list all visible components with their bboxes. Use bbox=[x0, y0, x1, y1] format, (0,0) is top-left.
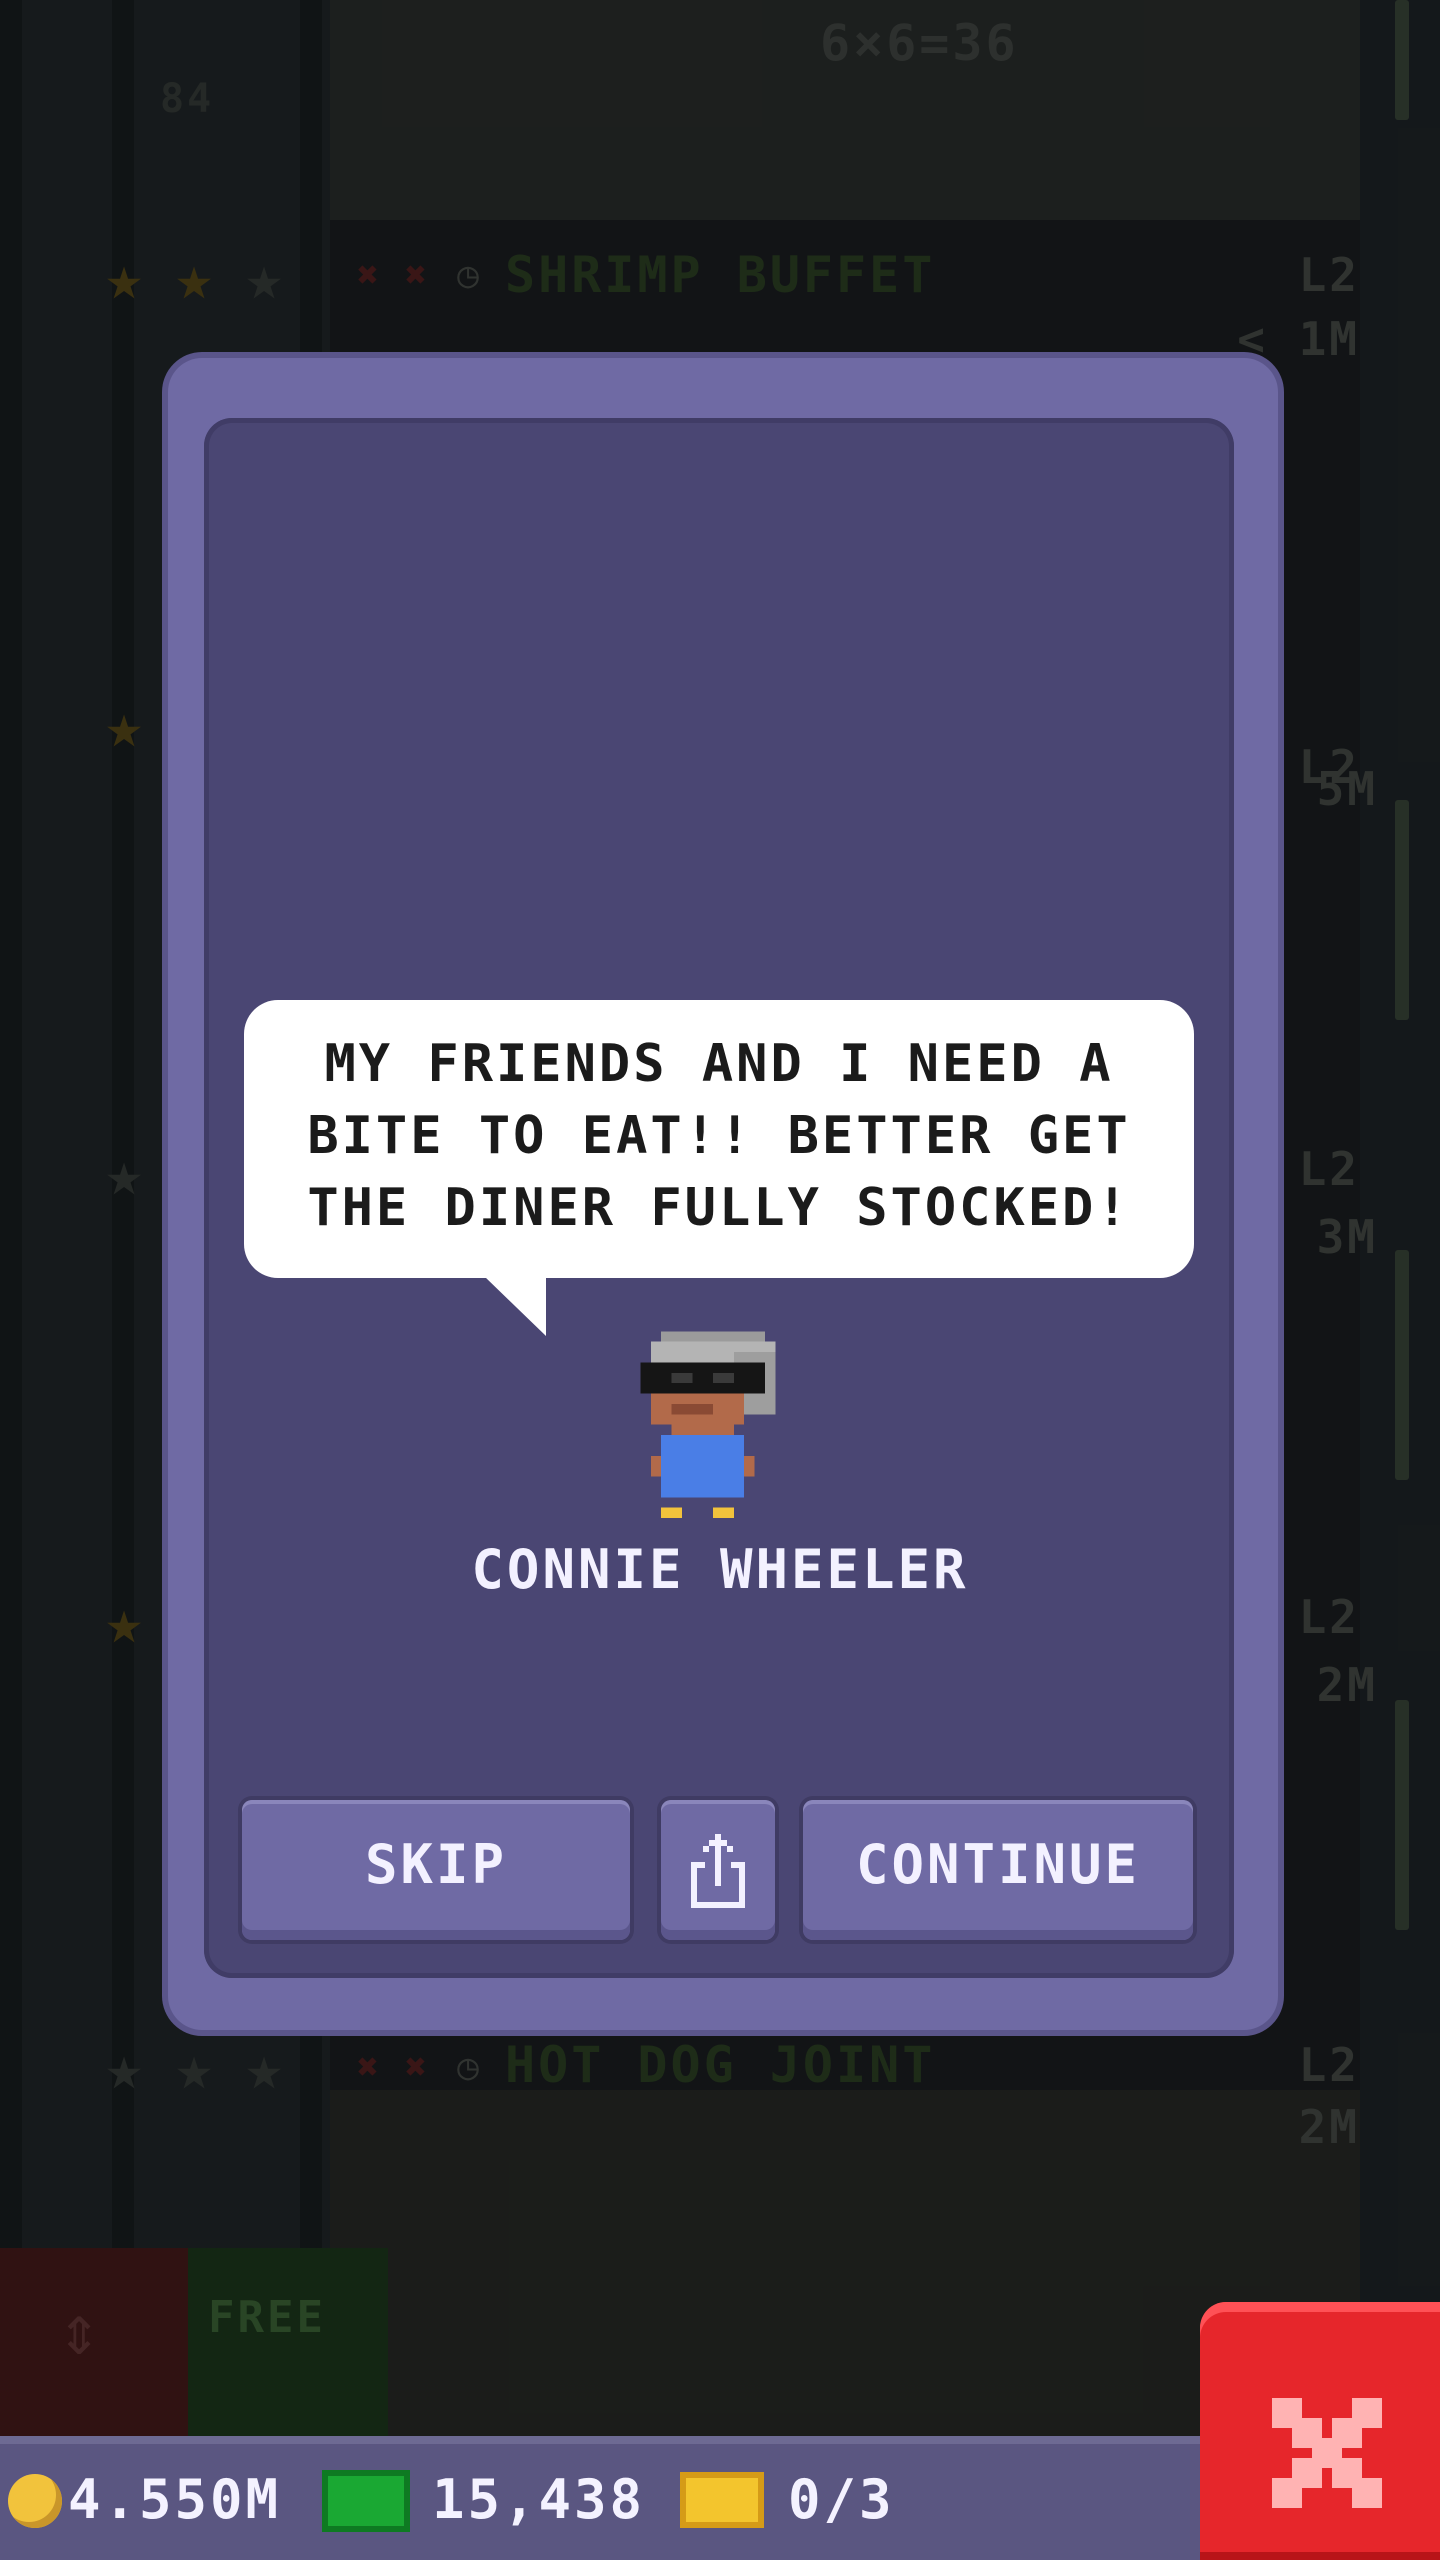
character-sprite bbox=[640, 1331, 776, 1518]
speech-bubble-tail bbox=[484, 1276, 546, 1336]
character-name: CONNIE WHEELER bbox=[471, 1538, 969, 1601]
close-icon bbox=[1272, 2398, 1382, 2508]
close-button[interactable] bbox=[1200, 2302, 1440, 2560]
golden-ticket-icon bbox=[680, 2472, 764, 2528]
skip-button[interactable]: SKIP bbox=[242, 1800, 630, 1940]
tickets-value: 0/3 bbox=[788, 2468, 895, 2531]
speech-bubble: MY FRIENDS AND I NEED A BITE TO EAT!! BE… bbox=[244, 1000, 1194, 1278]
tower-bux-icon bbox=[322, 2470, 410, 2532]
share-icon bbox=[691, 1834, 745, 1908]
bux-value: 15,438 bbox=[432, 2468, 646, 2531]
speech-text: MY FRIENDS AND I NEED A BITE TO EAT!! BE… bbox=[307, 1034, 1131, 1238]
coin-icon bbox=[8, 2474, 62, 2528]
continue-button[interactable]: CONTINUE bbox=[803, 1800, 1193, 1940]
coins-value: 4.550M bbox=[68, 2468, 282, 2531]
share-button[interactable] bbox=[661, 1800, 775, 1940]
